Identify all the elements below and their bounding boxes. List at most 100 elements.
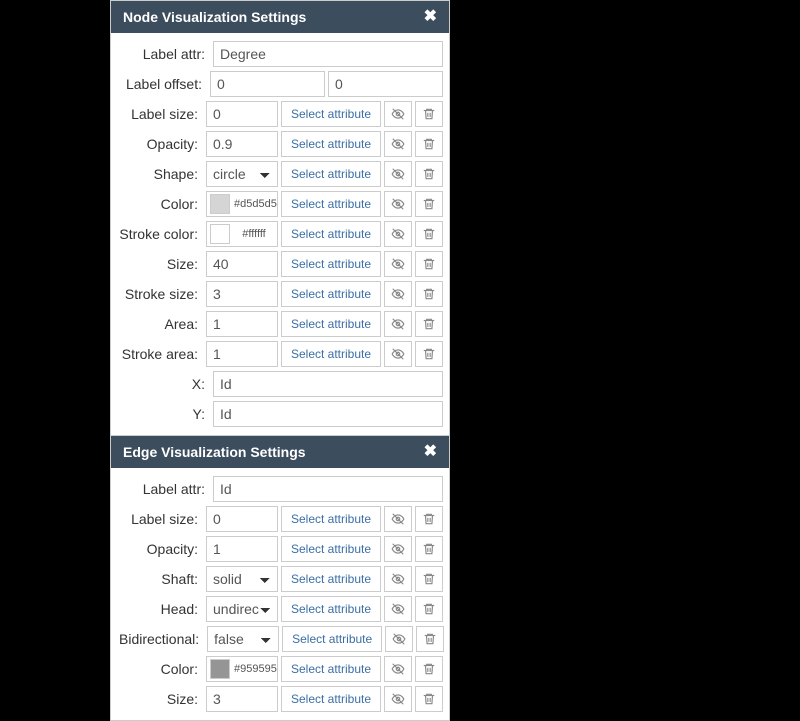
trash-icon[interactable] — [415, 596, 443, 622]
y-select[interactable]: Id — [213, 401, 443, 427]
row-bidirectional: Bidirectional: false Select attribute — [119, 624, 449, 654]
eye-off-icon[interactable] — [384, 566, 412, 592]
opacity-input[interactable] — [206, 131, 278, 157]
row-stroke-area: Stroke area: Select attribute — [119, 339, 449, 369]
bidirectional-select[interactable]: false — [207, 626, 279, 652]
trash-icon[interactable] — [415, 101, 443, 127]
eye-off-icon[interactable] — [384, 596, 412, 622]
label: Shape: — [119, 166, 202, 182]
label-offset-x-input[interactable] — [210, 71, 325, 97]
select-attribute-button[interactable]: Select attribute — [281, 656, 381, 682]
head-select[interactable]: undirecte — [206, 596, 278, 622]
select-attribute-button[interactable]: Select attribute — [282, 626, 382, 652]
eye-off-icon[interactable] — [384, 686, 412, 712]
select-attribute-button[interactable]: Select attribute — [281, 131, 381, 157]
shaft-select[interactable]: solid — [206, 566, 278, 592]
row-size: Size: Select attribute — [119, 249, 449, 279]
eye-off-icon[interactable] — [384, 221, 412, 247]
select-attribute-button[interactable]: Select attribute — [281, 161, 381, 187]
label-size-input[interactable] — [206, 506, 278, 532]
select-attribute-button[interactable]: Select attribute — [281, 251, 381, 277]
color-swatch — [210, 194, 230, 214]
label-attr-select[interactable]: Id — [213, 476, 443, 502]
node-visualization-panel: Node Visualization Settings ✖ Label attr… — [110, 0, 450, 436]
row-color: Color: #d5d5d5 Select attribute — [119, 189, 449, 219]
color-swatch — [210, 224, 230, 244]
select-attribute-button[interactable]: Select attribute — [281, 281, 381, 307]
close-icon[interactable]: ✖ — [424, 444, 437, 460]
area-input[interactable] — [206, 311, 278, 337]
label: X: — [119, 376, 209, 392]
eye-off-icon[interactable] — [384, 536, 412, 562]
select-attribute-button[interactable]: Select attribute — [281, 221, 381, 247]
row-area: Area: Select attribute — [119, 309, 449, 339]
select-attribute-button[interactable]: Select attribute — [281, 536, 381, 562]
x-select[interactable]: Id — [213, 371, 443, 397]
trash-icon[interactable] — [415, 281, 443, 307]
label-size-input[interactable] — [206, 101, 278, 127]
select-attribute-button[interactable]: Select attribute — [281, 686, 381, 712]
select-attribute-button[interactable]: Select attribute — [281, 506, 381, 532]
eye-off-icon[interactable] — [384, 311, 412, 337]
row-label-size: Label size: Select attribute — [119, 99, 449, 129]
label: Size: — [119, 256, 202, 272]
eye-off-icon[interactable] — [385, 626, 413, 652]
node-panel-title: Node Visualization Settings — [123, 9, 306, 25]
select-attribute-button[interactable]: Select attribute — [281, 191, 381, 217]
label: Area: — [119, 316, 202, 332]
select-attribute-button[interactable]: Select attribute — [281, 596, 381, 622]
trash-icon[interactable] — [415, 221, 443, 247]
select-attribute-button[interactable]: Select attribute — [281, 341, 381, 367]
close-icon[interactable]: ✖ — [424, 9, 437, 25]
row-shaft: Shaft: solid Select attribute — [119, 564, 449, 594]
eye-off-icon[interactable] — [384, 191, 412, 217]
color-input[interactable]: #d5d5d5 — [206, 191, 278, 217]
row-size: Size: Select attribute — [119, 684, 449, 714]
trash-icon[interactable] — [415, 656, 443, 682]
eye-off-icon[interactable] — [384, 656, 412, 682]
trash-icon[interactable] — [416, 626, 444, 652]
select-attribute-button[interactable]: Select attribute — [281, 101, 381, 127]
color-hex: #959595 — [234, 663, 277, 675]
trash-icon[interactable] — [415, 536, 443, 562]
trash-icon[interactable] — [415, 506, 443, 532]
row-y: Y: Id — [119, 399, 449, 429]
trash-icon[interactable] — [415, 686, 443, 712]
size-input[interactable] — [206, 251, 278, 277]
trash-icon[interactable] — [415, 251, 443, 277]
opacity-input[interactable] — [206, 536, 278, 562]
eye-off-icon[interactable] — [384, 131, 412, 157]
label: Stroke size: — [119, 286, 202, 302]
stroke-size-input[interactable] — [206, 281, 278, 307]
trash-icon[interactable] — [415, 161, 443, 187]
eye-off-icon[interactable] — [384, 161, 412, 187]
trash-icon[interactable] — [415, 191, 443, 217]
eye-off-icon[interactable] — [384, 101, 412, 127]
trash-icon[interactable] — [415, 341, 443, 367]
shape-select[interactable]: circle — [206, 161, 278, 187]
select-attribute-button[interactable]: Select attribute — [281, 311, 381, 337]
label-offset-y-input[interactable] — [328, 71, 443, 97]
row-label-attr: Label attr: Degree — [119, 39, 449, 69]
row-stroke-size: Stroke size: Select attribute — [119, 279, 449, 309]
node-panel-body: Label attr: Degree Label offset: Label s… — [111, 33, 449, 435]
label-attr-select[interactable]: Degree — [213, 41, 443, 67]
trash-icon[interactable] — [415, 566, 443, 592]
stroke-color-input[interactable]: #ffffff — [206, 221, 278, 247]
color-input[interactable]: #959595 — [206, 656, 278, 682]
eye-off-icon[interactable] — [384, 506, 412, 532]
label: Bidirectional: — [119, 631, 203, 647]
eye-off-icon[interactable] — [384, 341, 412, 367]
trash-icon[interactable] — [415, 131, 443, 157]
label: Label size: — [119, 511, 202, 527]
size-input[interactable] — [206, 686, 278, 712]
stroke-area-input[interactable] — [206, 341, 278, 367]
label: Y: — [119, 406, 209, 422]
label: Color: — [119, 661, 202, 677]
select-attribute-button[interactable]: Select attribute — [281, 566, 381, 592]
eye-off-icon[interactable] — [384, 281, 412, 307]
edge-panel-title: Edge Visualization Settings — [123, 444, 306, 460]
label: Stroke color: — [119, 226, 202, 242]
eye-off-icon[interactable] — [384, 251, 412, 277]
trash-icon[interactable] — [415, 311, 443, 337]
